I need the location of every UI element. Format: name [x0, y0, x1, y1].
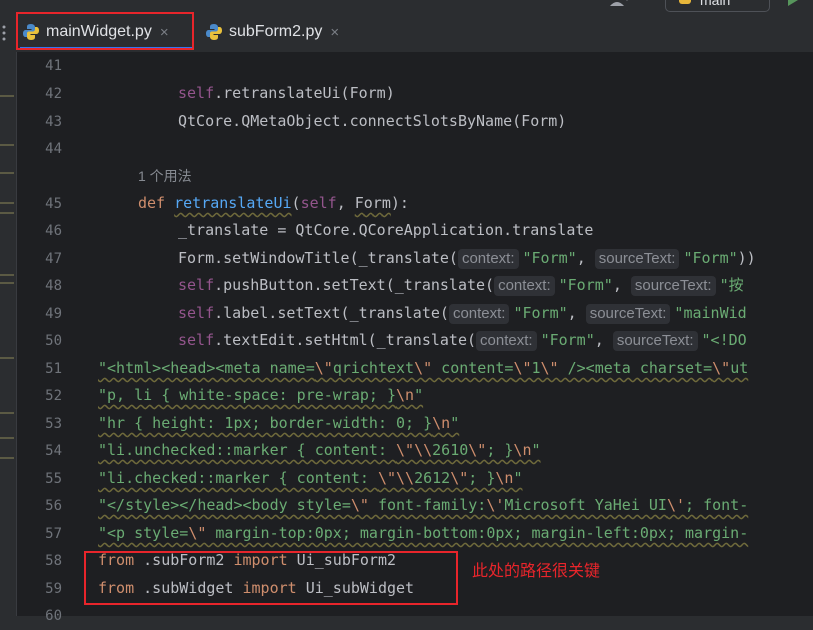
scroll-marker	[0, 144, 14, 146]
tab-subform2[interactable]: subForm2.py ×	[205, 14, 339, 50]
python-file-icon	[206, 24, 222, 40]
line-number: 42	[45, 86, 62, 102]
scroll-marker	[0, 212, 14, 214]
line-number: 56	[45, 498, 62, 514]
close-tab-icon[interactable]: ×	[330, 24, 339, 41]
scroll-marker	[0, 282, 14, 284]
tab-label: subForm2.py	[229, 23, 323, 40]
code-line-49: self.label.setText(_translate(context: "F…	[178, 304, 747, 324]
user-icon[interactable]	[610, 0, 628, 6]
branch-name: main	[700, 0, 731, 8]
run-icon[interactable]	[786, 0, 800, 6]
code-line-57: "<p style=\" margin-top:0px; margin-bott…	[98, 524, 749, 542]
scroll-marker	[0, 457, 14, 459]
line-number: 49	[45, 306, 62, 322]
code-line-43: QtCore.QMetaObject.connectSlotsByName(Fo…	[178, 112, 567, 130]
line-number: 45	[45, 196, 62, 212]
line-number: 60	[45, 608, 62, 624]
editor-tab-bar: main mainWidget.py × subForm2.py ×	[0, 0, 813, 53]
code-line-55: "li.checked::marker { content: \"\\2612\…	[98, 469, 523, 487]
code-line-47: Form.setWindowTitle(_translate(context: "…	[178, 249, 756, 269]
more-menu-icon[interactable]	[0, 24, 8, 42]
scroll-marker	[0, 274, 14, 276]
annotation-text: 此处的路径很关键	[472, 563, 601, 580]
line-number: 59	[45, 581, 62, 597]
code-line-42: self.retranslateUi(Form)	[178, 84, 395, 102]
scroll-marker	[0, 172, 14, 174]
highlight-box-imports	[84, 551, 458, 605]
line-number: 47	[45, 251, 62, 267]
highlight-box-tab	[16, 12, 194, 50]
line-number: 55	[45, 471, 62, 487]
line-number: 54	[45, 443, 62, 459]
branch-icon	[679, 0, 691, 4]
code-line-45: def retranslateUi(self, Form):	[138, 194, 409, 212]
line-number-gutter: 41 42 43 44 45 46 47 48 49 50 51 52 53 5…	[17, 52, 112, 624]
line-number: 43	[45, 114, 62, 130]
scroll-marker	[0, 412, 14, 414]
line-number: 51	[45, 361, 62, 377]
line-number: 53	[45, 416, 62, 432]
line-number: 58	[45, 553, 62, 569]
scroll-marker	[0, 357, 14, 359]
line-number: 57	[45, 526, 62, 542]
code-line-48: self.pushButton.setText(_translate(conte…	[178, 276, 744, 296]
scroll-marker	[0, 202, 14, 204]
line-number: 50	[45, 333, 62, 349]
usage-hint[interactable]: 1 个用法	[138, 163, 192, 190]
left-tool-strip	[0, 52, 17, 616]
code-line-56: "</style></head><body style=\" font-fami…	[98, 496, 749, 514]
code-line-51: "<html><head><meta name=\"qrichtext\" co…	[98, 359, 749, 377]
code-line-53: "hr { height: 1px; border-width: 0; }\n"	[98, 414, 460, 432]
line-number: 46	[45, 223, 62, 239]
line-number: 44	[45, 141, 62, 157]
code-line-52: "p, li { white-space: pre-wrap; }\n"	[98, 386, 424, 404]
code-line-50: self.textEdit.setHtml(_translate(context…	[178, 331, 747, 351]
scroll-marker	[0, 95, 14, 97]
code-line-46: _translate = QtCore.QCoreApplication.tra…	[178, 221, 594, 239]
code-line-54: "li.unchecked::marker { content: \"\\261…	[98, 441, 541, 459]
code-editor[interactable]: self.retranslateUi(Form) QtCore.QMetaObj…	[82, 52, 813, 616]
line-number: 52	[45, 388, 62, 404]
scroll-marker	[0, 437, 14, 439]
line-number: 41	[45, 58, 62, 74]
line-number: 48	[45, 278, 62, 294]
